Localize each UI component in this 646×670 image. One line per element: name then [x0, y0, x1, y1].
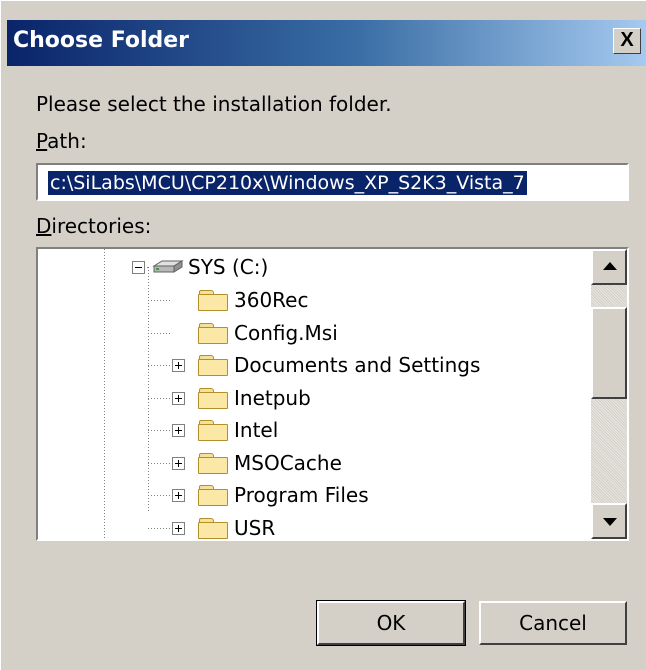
close-button[interactable]: X [613, 28, 641, 54]
collapse-icon[interactable] [132, 261, 145, 274]
hard-drive-icon [152, 260, 184, 273]
tree-item-folder[interactable]: Intel [38, 415, 588, 447]
folder-icon-body [198, 294, 228, 311]
tree-item-drive[interactable]: SYS (C:) [38, 253, 588, 285]
folder-icon [198, 452, 228, 474]
tree-guide-line [148, 333, 170, 334]
folder-icon [198, 484, 228, 506]
tree-item-label: Inetpub [234, 386, 311, 410]
folder-icon-body [198, 424, 228, 441]
path-label-rest: ath: [47, 129, 87, 153]
expand-icon[interactable] [172, 522, 185, 535]
cancel-button[interactable]: Cancel [479, 601, 627, 645]
directories-label-accelerator: D [36, 214, 52, 238]
ok-button[interactable]: OK [316, 600, 466, 646]
folder-icon-body [198, 489, 228, 506]
folder-icon [198, 289, 228, 311]
vertical-scrollbar[interactable] [591, 249, 627, 539]
folder-icon [198, 322, 228, 344]
tree-guide-line [148, 365, 170, 366]
tree-item-folder[interactable]: Config.Msi [38, 318, 588, 350]
folder-icon [198, 354, 228, 376]
prompt-text: Please select the installation folder. [36, 92, 392, 116]
path-label: Path: [36, 129, 87, 153]
tree-item-folder[interactable]: Documents and Settings [38, 350, 588, 382]
path-label-accelerator: P [36, 129, 48, 153]
tree-guide-line [148, 398, 170, 399]
folder-icon-body [198, 392, 228, 409]
title-bar[interactable]: Choose Folder X [7, 20, 646, 66]
choose-folder-dialog: Choose Folder X Please select the instal… [0, 0, 646, 670]
expand-icon[interactable] [172, 424, 185, 437]
expand-icon[interactable] [172, 359, 185, 372]
folder-icon-body [198, 522, 228, 539]
tree-guide-line [148, 463, 170, 464]
tree-item-label: USR [234, 516, 276, 540]
tree-item-folder[interactable]: 360Rec [38, 285, 588, 317]
tree-guide-line [148, 528, 170, 529]
tree-item-folder[interactable]: USR [38, 513, 588, 540]
path-input-value: c:\SiLabs\MCU\CP210x\Windows_XP_S2K3_Vis… [48, 171, 527, 195]
path-input[interactable]: c:\SiLabs\MCU\CP210x\Windows_XP_S2K3_Vis… [36, 163, 629, 201]
tree-item-folder[interactable]: Inetpub [38, 383, 588, 415]
tree-item-label: Intel [234, 418, 279, 442]
folder-icon [198, 419, 228, 441]
scroll-down-button[interactable] [591, 503, 627, 539]
folder-icon [198, 387, 228, 409]
tree-item-label: MSOCache [234, 451, 342, 475]
tree-item-label: 360Rec [234, 288, 309, 312]
directory-tree[interactable]: SYS (C:) 360Rec Config.Msi Documents and S… [36, 247, 629, 541]
tree-guide-line [148, 300, 170, 301]
expand-icon[interactable] [172, 392, 185, 405]
directories-label-rest: irectories: [51, 214, 152, 238]
expand-icon[interactable] [172, 489, 185, 502]
tree-guide-line [148, 495, 170, 496]
tree-item-folder[interactable]: Program Files [38, 480, 588, 512]
arrow-up-icon [603, 262, 617, 270]
tree-item-folder[interactable]: MSOCache [38, 448, 588, 480]
scroll-up-button[interactable] [591, 249, 627, 285]
folder-icon-body [198, 327, 228, 344]
tree-item-label: Program Files [234, 483, 369, 507]
close-icon: X [620, 29, 634, 51]
tree-item-label: SYS (C:) [188, 255, 269, 279]
arrow-down-icon [603, 518, 617, 526]
directories-label: Directories: [36, 214, 151, 238]
folder-icon [198, 517, 228, 539]
tree-guide-line [148, 430, 170, 431]
window-title: Choose Folder [13, 28, 190, 53]
folder-icon-body [198, 457, 228, 474]
scroll-thumb[interactable] [591, 307, 627, 399]
folder-icon-body [198, 359, 228, 376]
expand-icon[interactable] [172, 457, 185, 470]
tree-item-label: Documents and Settings [234, 353, 481, 377]
tree-item-label: Config.Msi [234, 321, 338, 345]
